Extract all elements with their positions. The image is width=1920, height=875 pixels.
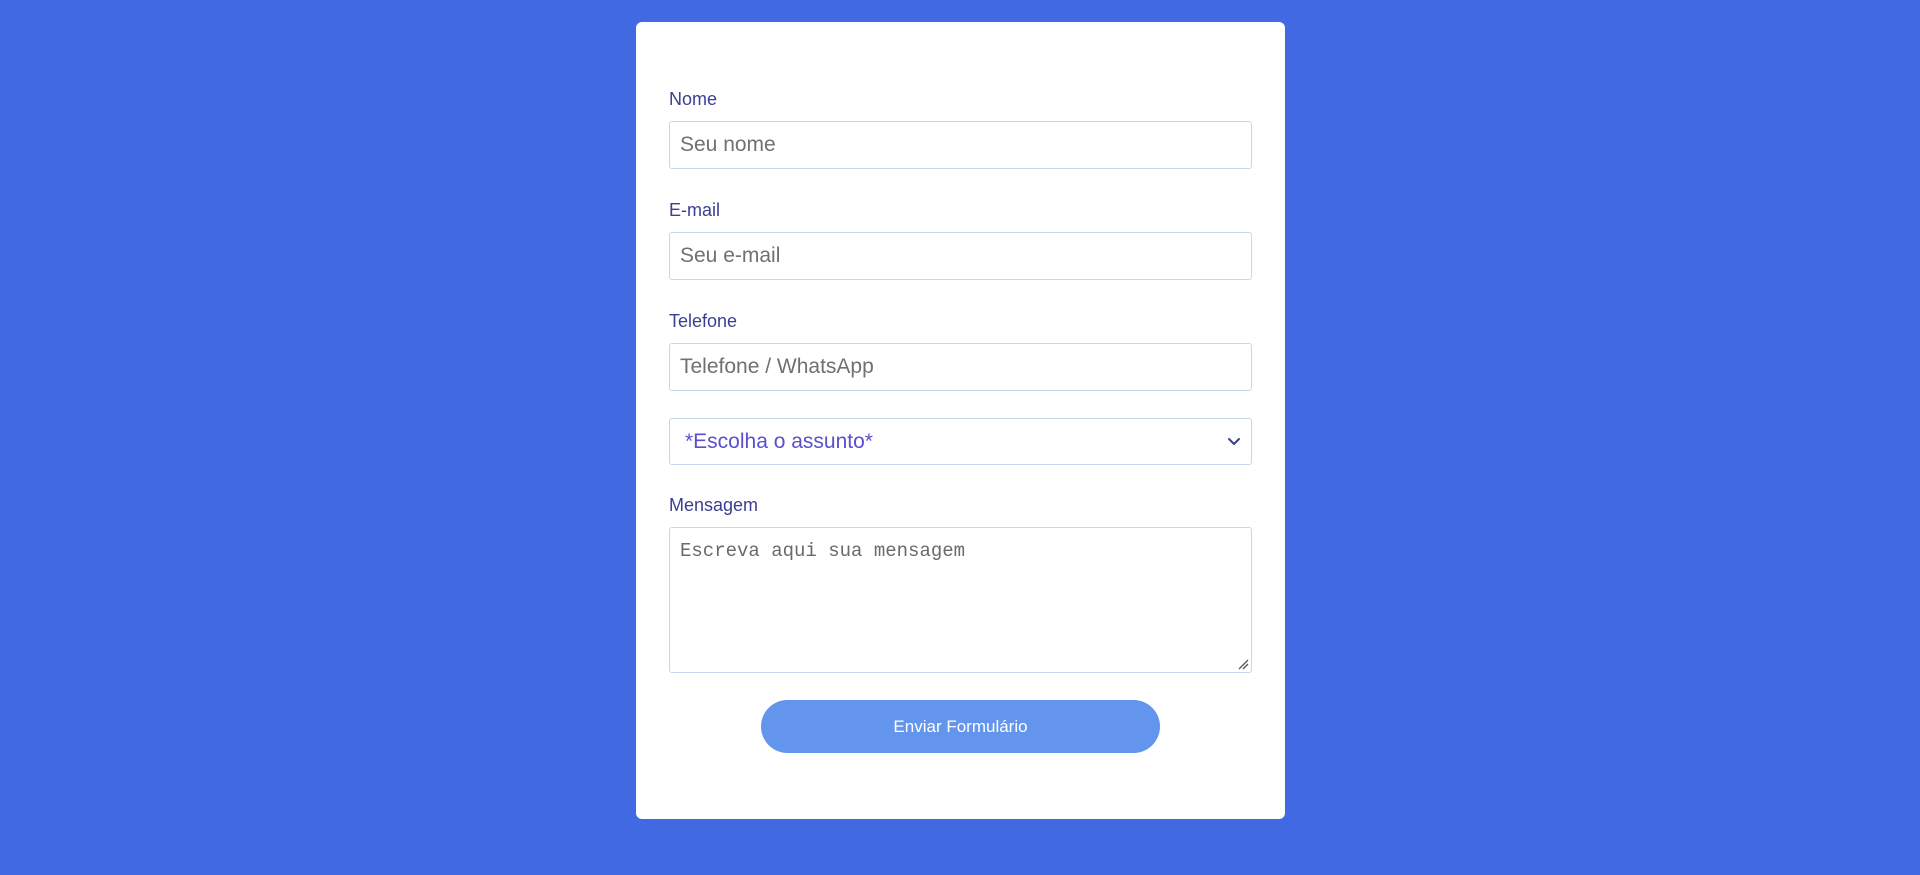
phone-input[interactable]: [669, 343, 1252, 391]
subject-selected-value: *Escolha o assunto*: [685, 430, 873, 453]
phone-field-group: Telefone: [669, 310, 1252, 391]
name-field-group: Nome: [669, 88, 1252, 169]
phone-label: Telefone: [669, 311, 738, 331]
email-label: E-mail: [669, 200, 721, 220]
email-field-group: E-mail: [669, 199, 1252, 280]
contact-form-card: Nome E-mail Telefone *Escolha o assunto*…: [636, 22, 1285, 819]
subject-select[interactable]: *Escolha o assunto*: [669, 418, 1252, 465]
name-label: Nome: [669, 89, 718, 109]
message-textarea[interactable]: [669, 527, 1252, 673]
email-input[interactable]: [669, 232, 1252, 280]
submit-row: Enviar Formulário: [669, 700, 1252, 753]
message-label: Mensagem: [669, 495, 759, 515]
message-textarea-wrap: [669, 527, 1252, 673]
resize-grip-icon[interactable]: [1238, 659, 1249, 670]
message-field-group: Mensagem: [669, 494, 1252, 673]
name-input[interactable]: [669, 121, 1252, 169]
submit-button[interactable]: Enviar Formulário: [761, 700, 1160, 753]
chevron-down-icon: [1228, 438, 1240, 445]
